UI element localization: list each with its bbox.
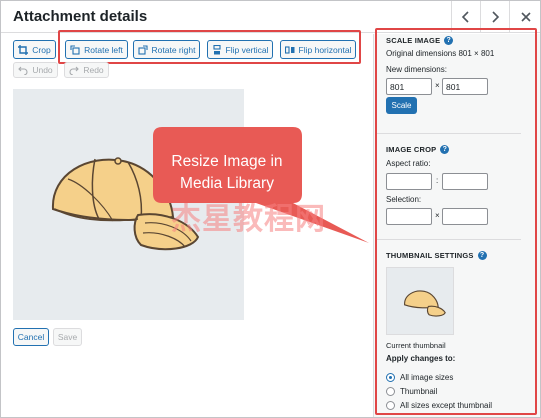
crop-button[interactable]: Crop [13, 40, 56, 59]
crop-label: Crop [32, 44, 51, 55]
callout-line-1: Resize Image in [171, 153, 283, 170]
undo-icon [18, 66, 28, 75]
chevron-left-icon [461, 11, 469, 23]
save-button[interactable]: Save [53, 328, 82, 346]
toolbar-highlight [58, 30, 361, 64]
redo-icon [69, 66, 80, 75]
callout-text: Resize Image in Media Library [153, 151, 301, 195]
close-icon [521, 12, 531, 22]
redo-button[interactable]: Redo [64, 62, 109, 78]
crop-icon [18, 44, 29, 55]
callout-line-2: Media Library [180, 175, 274, 192]
cancel-button[interactable]: Cancel [13, 328, 49, 346]
undo-label: Undo [32, 65, 53, 75]
page-title: Attachment details [13, 8, 148, 25]
sidebar-highlight [375, 28, 537, 415]
watermark-text: 杰星教程网 [171, 202, 326, 237]
undo-button[interactable]: Undo [13, 62, 58, 78]
attachment-details-modal: Attachment details Crop Rotate left Rota… [0, 0, 541, 418]
chevron-right-icon [492, 11, 500, 23]
redo-label: Redo [83, 65, 104, 75]
